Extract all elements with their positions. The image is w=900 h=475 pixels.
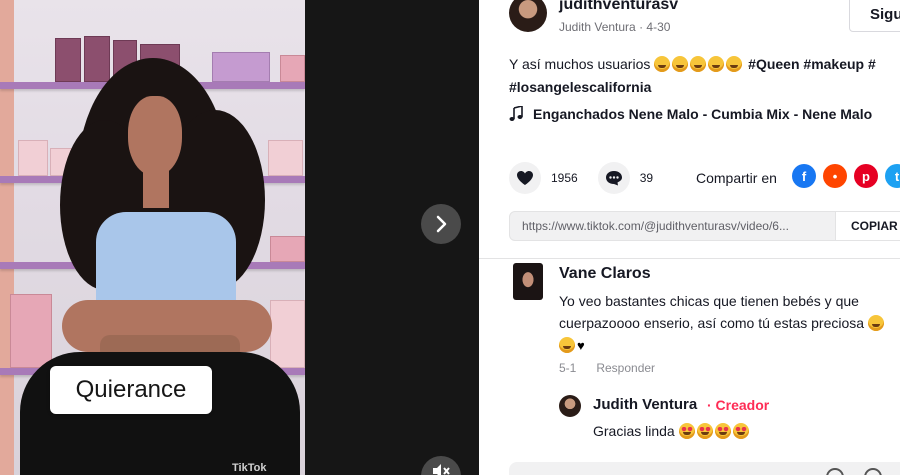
face: [128, 96, 182, 176]
follow-button[interactable]: Sigu: [849, 0, 900, 32]
grinning-sweat-emoji: [672, 56, 689, 72]
comment-body: Yo veo bastantes chicas que tienen bebés…: [559, 293, 865, 331]
product-box: [55, 38, 81, 82]
comment-button[interactable]: [597, 162, 630, 194]
comment-bubble-icon: [605, 171, 622, 186]
video-player[interactable]: Quierance TikTok: [0, 0, 479, 475]
product-box: [18, 140, 48, 176]
heart-eyes-emoji: [732, 423, 749, 439]
next-video-button[interactable]: [421, 204, 461, 244]
share-link-box: https://www.tiktok.com/@judithventurasv/…: [509, 211, 900, 241]
share-label: Compartir en: [696, 170, 777, 186]
product-box: [280, 55, 305, 82]
grinning-sweat-emoji: [708, 56, 725, 72]
heart-eyes-emoji: [714, 423, 731, 439]
product-box: [270, 236, 305, 262]
music-title[interactable]: Enganchados Nene Malo - Cumbia Mix - Nen…: [533, 106, 872, 122]
neck: [143, 168, 169, 208]
share-link-input[interactable]: https://www.tiktok.com/@judithventurasv/…: [510, 212, 835, 240]
post-date: 4-30: [646, 20, 671, 34]
hashtag-link[interactable]: #Queen: [748, 56, 799, 72]
twitter-icon[interactable]: t: [885, 164, 900, 188]
commenter-avatar[interactable]: [513, 263, 543, 300]
tiktok-watermark: TikTok: [232, 462, 267, 474]
details-panel: judithventurasv Judith Ventura · 4-30 Si…: [479, 0, 900, 475]
caption-text: Quierance: [75, 376, 187, 403]
hashtag-link[interactable]: #losangelescalifornia: [509, 79, 651, 95]
comment-date: 5-1: [559, 361, 577, 375]
author-subline: Judith Ventura · 4-30: [559, 20, 670, 34]
share-icons: f • p t: [792, 164, 900, 188]
video-frame[interactable]: Quierance TikTok: [0, 0, 305, 475]
reply-button[interactable]: Responder: [596, 361, 655, 375]
author-username[interactable]: judithventurasv: [559, 0, 678, 14]
reply-body: Gracias linda: [593, 423, 675, 439]
reply-text: Gracias linda: [593, 421, 751, 441]
facebook-icon[interactable]: f: [792, 164, 816, 188]
product-box: [268, 140, 303, 176]
hashtag-link[interactable]: #makeup: [803, 56, 864, 72]
author-avatar[interactable]: [509, 0, 547, 32]
stats-row: 1956 39: [509, 162, 673, 194]
tiktok-video-page: Quierance TikTok judithventurasv Judith …: [0, 0, 900, 475]
product-box: [212, 52, 270, 82]
wall-panel: [0, 0, 14, 475]
black-heart-icon: ♥: [577, 338, 585, 353]
comment-meta: 5-1 Responder: [559, 361, 655, 375]
reply-author-avatar[interactable]: [559, 395, 581, 417]
grinning-sweat-emoji: [690, 56, 707, 72]
heart-icon: [517, 171, 533, 185]
author-display-name: Judith Ventura: [559, 20, 636, 34]
speaker-muted-icon: [433, 464, 450, 475]
grinning-sweat-emoji: [867, 315, 884, 331]
creator-badge: · Creador: [707, 397, 770, 413]
comment-text: Yo veo bastantes chicas que tienen bebés…: [559, 290, 899, 357]
like-button[interactable]: [509, 162, 541, 194]
reddit-icon[interactable]: •: [823, 164, 847, 188]
kissing-emoji: [559, 337, 575, 353]
reply-author-name[interactable]: Judith Ventura: [593, 396, 697, 413]
product-box: [84, 36, 110, 82]
pinterest-icon[interactable]: p: [854, 164, 878, 188]
copy-link-button[interactable]: COPIAR: [835, 212, 900, 240]
description-text: Y así muchos usuarios: [509, 56, 651, 72]
grinning-sweat-emoji: [726, 56, 743, 72]
chevron-right-icon: [436, 215, 447, 233]
music-note-icon: [509, 106, 523, 121]
caption-overlay: Quierance: [50, 366, 212, 414]
heart-eyes-emoji: [696, 423, 713, 439]
music-row[interactable]: Enganchados Nene Malo - Cumbia Mix - Nen…: [509, 106, 872, 122]
divider: [479, 258, 900, 259]
heart-eyes-emoji: [678, 423, 695, 439]
comment-count: 39: [639, 171, 654, 185]
commenter-name[interactable]: Vane Claros: [559, 265, 651, 283]
mute-button[interactable]: [421, 456, 461, 475]
product-box: [270, 300, 305, 368]
hashtag-link[interactable]: #: [868, 56, 876, 72]
product-box: [10, 294, 52, 368]
grinning-sweat-emoji: [654, 56, 671, 72]
video-description: Y así muchos usuarios #Queen #makeup # #…: [509, 53, 900, 99]
like-count: 1956: [551, 171, 578, 185]
